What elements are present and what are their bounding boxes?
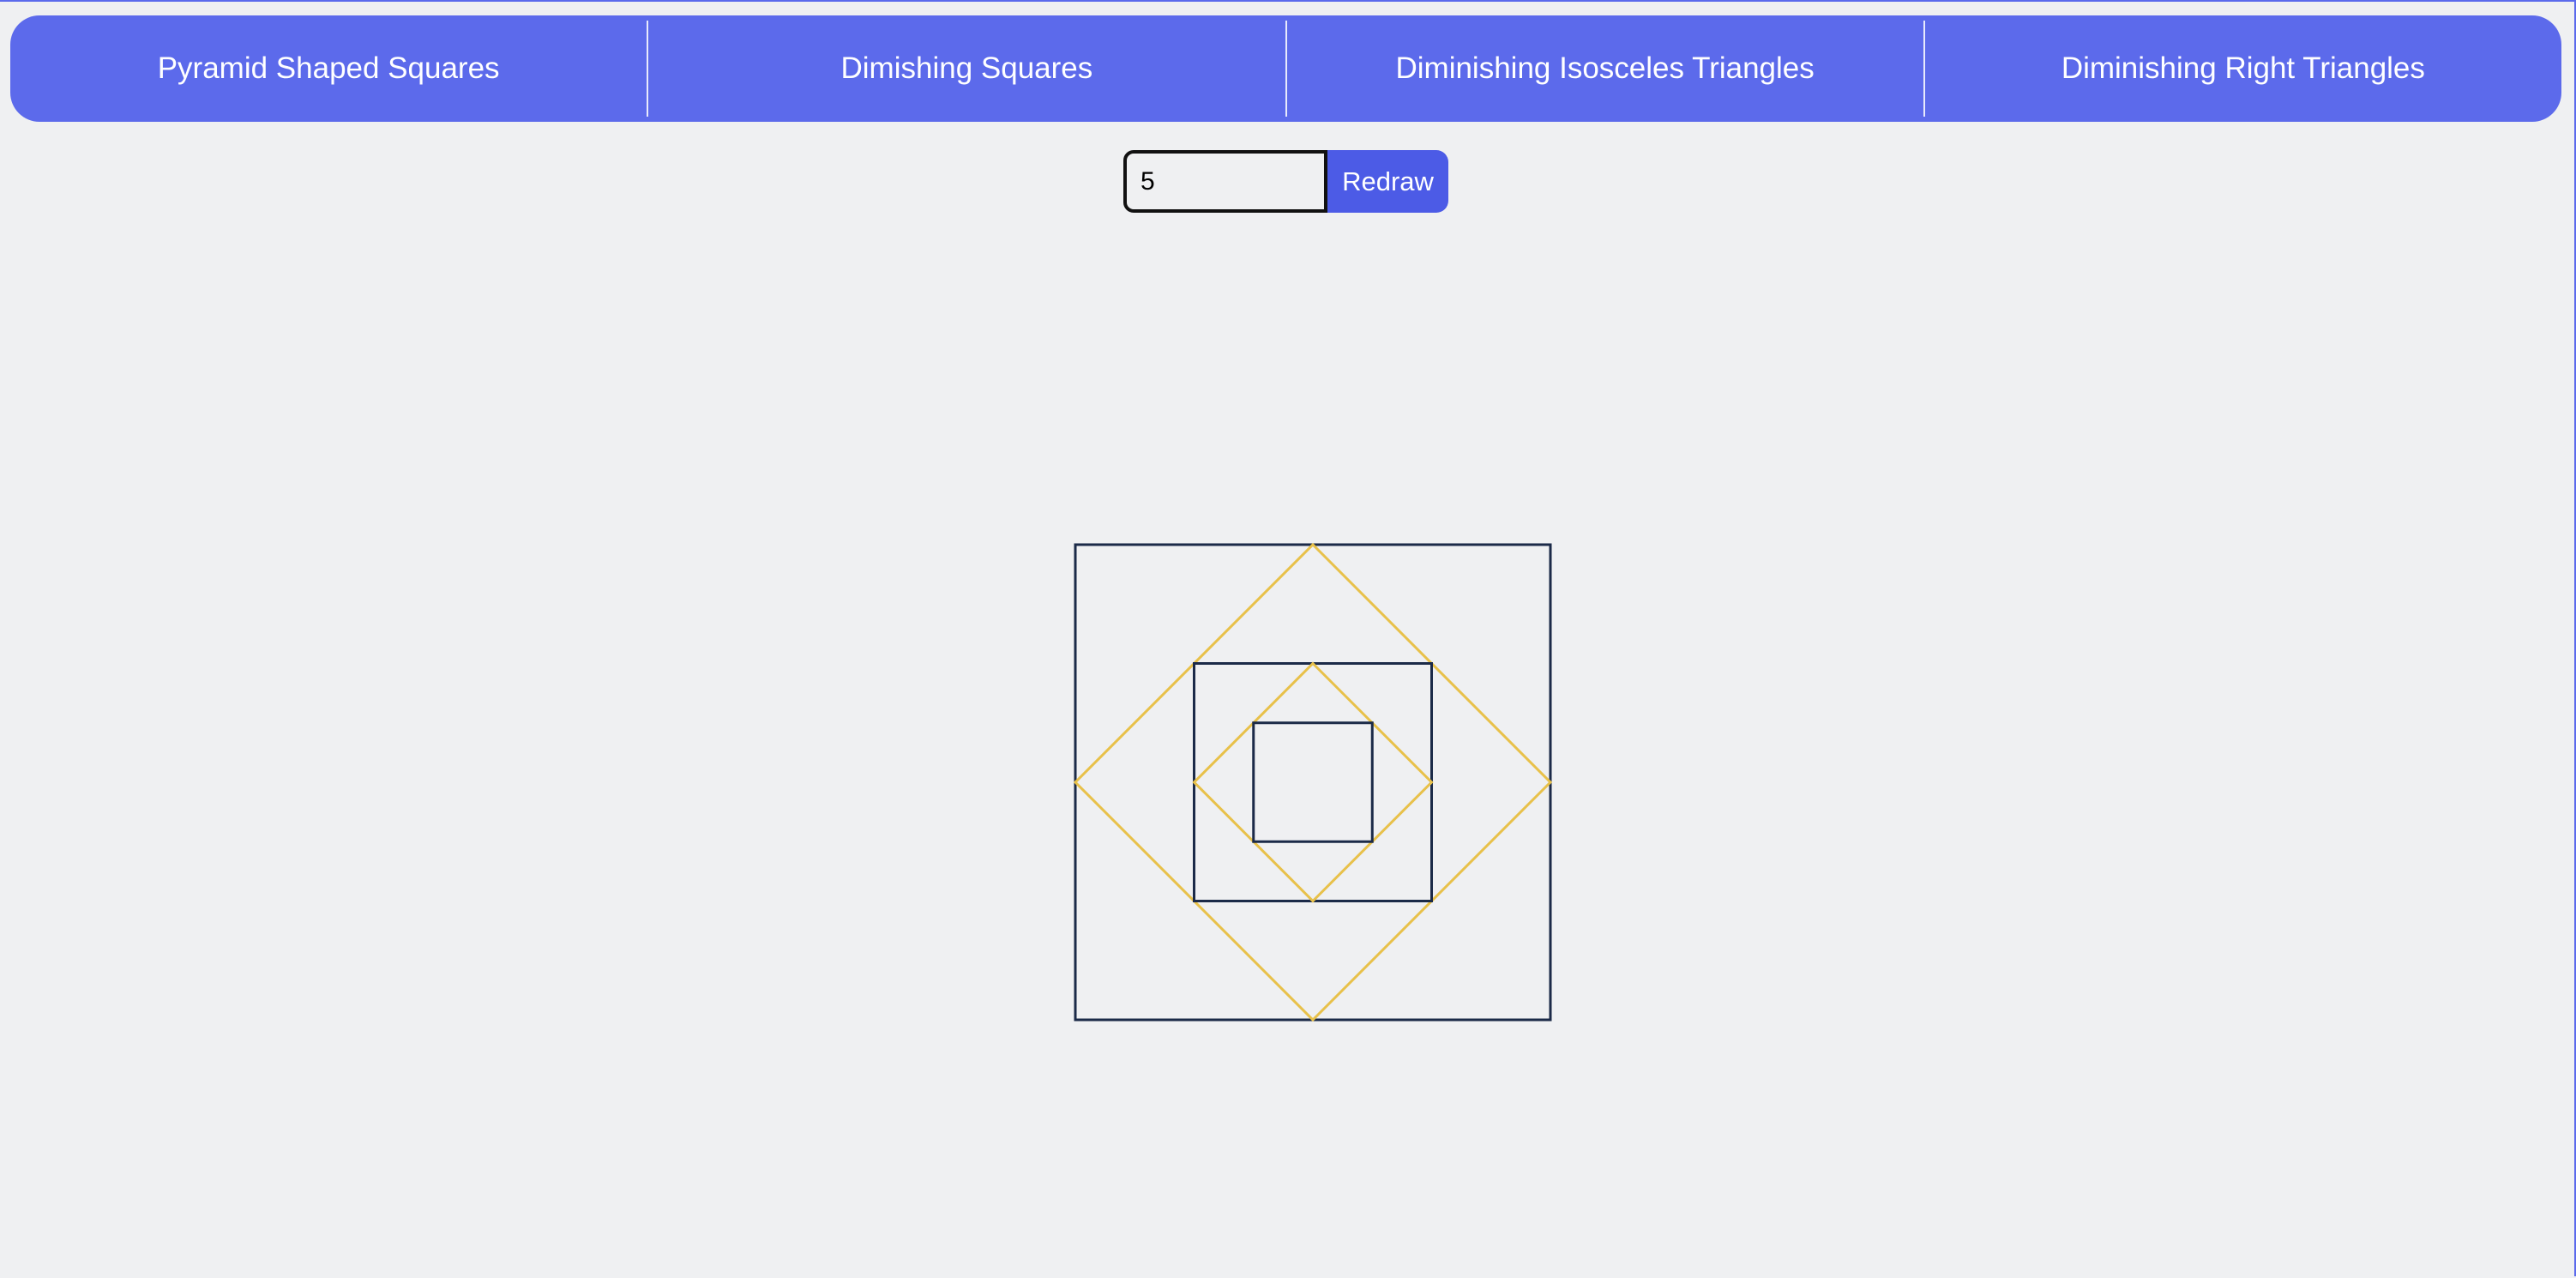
square-3 (1252, 721, 1374, 843)
diamond-1 (1073, 542, 1553, 1022)
square-1 (1074, 543, 1552, 1022)
drawing-canvas (1073, 542, 1553, 1022)
square-2 (1193, 662, 1433, 902)
diamond-2 (1192, 661, 1434, 903)
